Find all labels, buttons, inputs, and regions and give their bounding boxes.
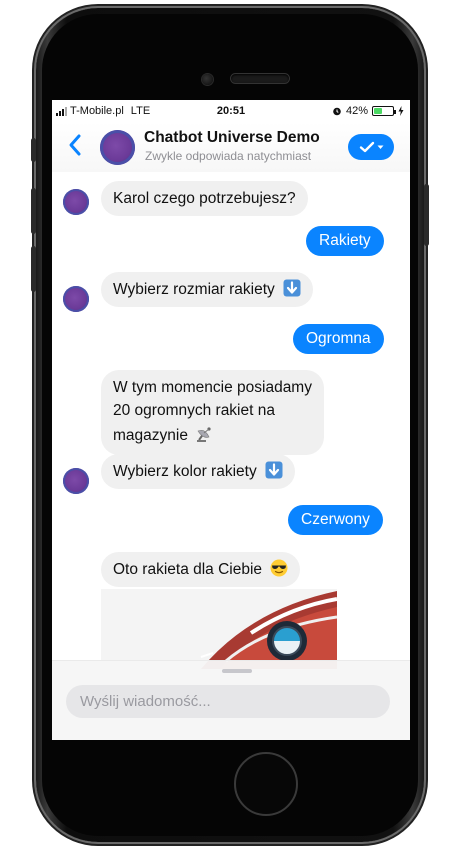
battery-icon [372,106,396,116]
rocket-image[interactable] [101,589,337,669]
volume-down-button [31,246,36,292]
message-bubble[interactable]: W tym momencie posiadamy 20 ogromnych ra… [101,370,324,455]
composer [52,660,410,740]
chevron-down-icon [377,145,383,149]
user-message-bubble[interactable]: Czerwony [288,505,383,535]
charging-bolt-icon [398,106,404,116]
mute-switch [31,138,36,162]
message-text: Wybierz kolor rakiety [113,463,257,480]
user-message-bubble[interactable]: Ogromna [293,324,384,354]
home-button[interactable] [234,752,298,816]
user-message-bubble[interactable]: Rakiety [306,226,384,256]
chat-subtitle: Zwykle odpowiada natychmiast [145,149,312,163]
front-camera [202,74,213,85]
volume-up-button [31,188,36,234]
bot-avatar[interactable] [100,130,135,165]
message-input[interactable] [66,685,390,718]
drag-handle[interactable] [222,669,252,673]
satellite-antenna-icon [197,427,211,442]
bot-avatar-small [63,286,89,312]
message-text: Oto rakieta dla Ciebie [113,561,263,578]
bot-avatar-small [63,468,89,494]
power-button [424,184,429,246]
chevron-left-icon[interactable] [66,131,86,159]
message-line: W tym momencie posiadamy [113,379,312,396]
message-line: magazynie [113,427,188,444]
down-arrow-icon [265,461,283,479]
checkmark-icon [359,141,374,153]
down-arrow-icon [283,279,301,297]
battery-percent: 42% [345,105,368,117]
messenger-screen: T-Mobile.pl LTE 20:51 42% Chatbot Univer… [52,100,410,740]
red-rocket-image [101,589,337,669]
status-bar: T-Mobile.pl LTE 20:51 42% [52,100,410,122]
message-text: Rakiety [319,232,371,249]
message-bubble[interactable]: Karol czego potrzebujesz? [101,181,308,216]
chat-header: Chatbot Universe Demo Zwykle odpowiada n… [52,122,410,172]
message-line: 20 ogromnych rakiet na [113,402,275,419]
chat-title[interactable]: Chatbot Universe Demo [144,129,320,147]
sunglasses-face-icon [270,559,288,577]
earpiece-speaker [231,74,289,83]
message-text: Czerwony [301,511,370,528]
message-text: Ogromna [306,330,371,347]
message-bubble[interactable]: Oto rakieta dla Ciebie [101,552,301,587]
message-text: Wybierz rozmiar rakiety [113,281,275,298]
manage-button[interactable] [348,134,394,160]
alarm-icon [333,107,341,116]
bot-avatar-small [63,189,89,215]
message-bubble[interactable]: Wybierz rozmiar rakiety [101,272,314,307]
message-bubble[interactable]: Wybierz kolor rakiety [101,454,296,489]
message-text: Karol czego potrzebujesz? [113,190,296,207]
